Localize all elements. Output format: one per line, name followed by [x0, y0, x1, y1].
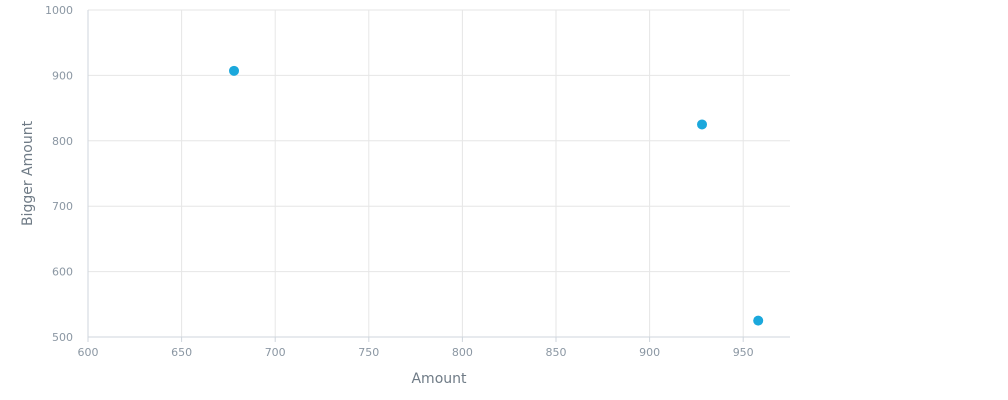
x-tick-label: 900 [639, 346, 660, 359]
x-tick-label: 750 [358, 346, 379, 359]
y-axis-title: Bigger Amount [20, 120, 36, 226]
grid-layer [87, 9, 790, 338]
x-tick-label: 600 [78, 346, 99, 359]
x-tick-label: 800 [452, 346, 473, 359]
data-point[interactable] [229, 65, 240, 76]
x-tick-label: 650 [171, 346, 192, 359]
tick-labels: 500 600 700 800 900 1000 600 650 700 750 800 850 900… [45, 4, 754, 359]
x-tick-label: 850 [546, 346, 567, 359]
y-tick-label: 800 [52, 135, 73, 148]
y-tick-label: 900 [52, 69, 73, 82]
data-point[interactable] [697, 119, 708, 130]
y-tick-label: 700 [52, 200, 73, 213]
y-tick-label: 600 [52, 266, 73, 279]
scatter-chart: 500 600 700 800 900 1000 600 650 700 750 800 850 900… [20, 4, 790, 387]
chart-container: 500 600 700 800 900 1000 600 650 700 750 800 850 900… [0, 0, 1008, 400]
axis-layer [87, 10, 790, 342]
y-tick-label: 1000 [45, 4, 73, 17]
x-tick-label: 950 [733, 346, 754, 359]
y-tick-label: 500 [52, 331, 73, 344]
x-axis-title: Amount [411, 371, 467, 387]
x-tick-label: 700 [265, 346, 286, 359]
data-points [229, 65, 764, 326]
data-point[interactable] [753, 315, 764, 326]
